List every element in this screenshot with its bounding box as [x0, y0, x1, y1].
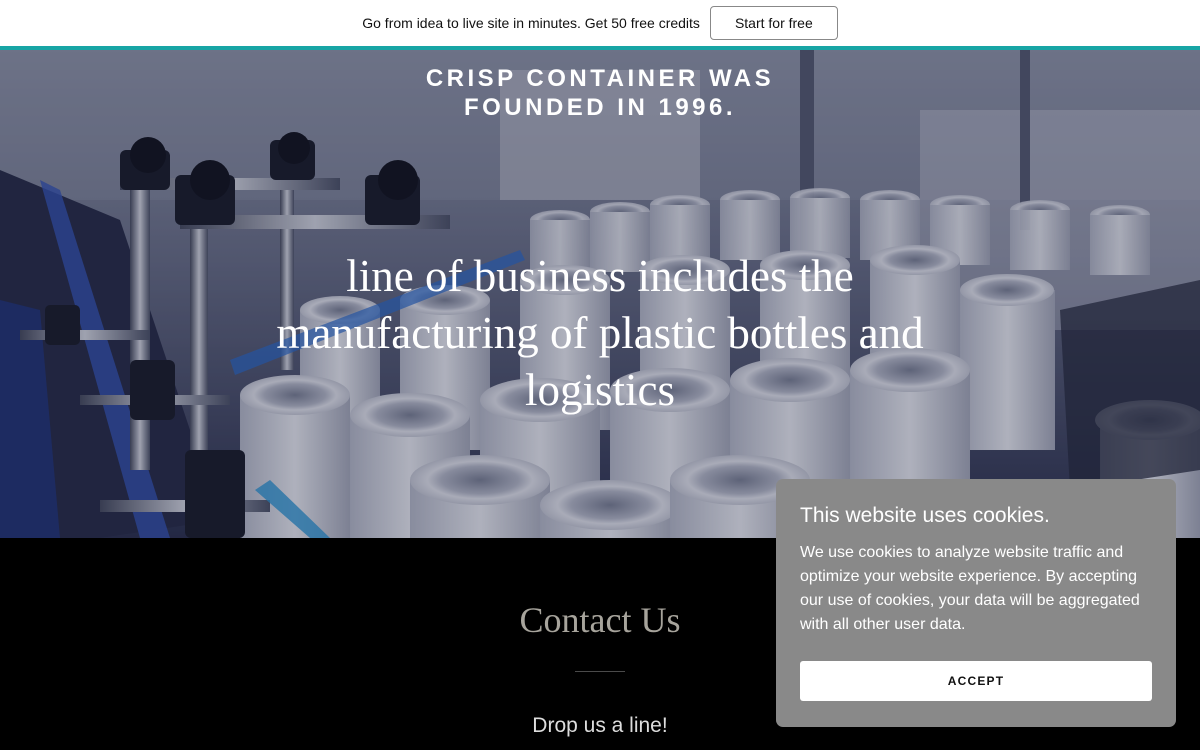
promo-text: Go from idea to live site in minutes. Ge… — [362, 15, 700, 31]
start-for-free-button[interactable]: Start for free — [709, 6, 838, 40]
cookie-banner-title: This website uses cookies. — [800, 504, 1050, 527]
contact-title: Contact Us — [519, 600, 681, 640]
section-divider — [575, 671, 625, 672]
hero-headline: line of business includes the manufactur… — [276, 251, 924, 415]
hero-eyebrow: CRISP CONTAINER WAS FOUNDED IN 1996. — [425, 65, 775, 121]
cookie-banner-body: We use cookies to analyze website traffi… — [800, 544, 1140, 633]
promo-bar: Go from idea to live site in minutes. Ge… — [0, 0, 1200, 46]
cookie-banner: This website uses cookies. We use cookie… — [776, 479, 1176, 727]
accept-cookies-button[interactable]: ACCEPT — [800, 661, 1152, 701]
hero-section: CRISP CONTAINER WAS FOUNDED IN 1996. lin… — [0, 50, 1200, 538]
contact-subtitle: Drop us a line! — [532, 714, 668, 737]
